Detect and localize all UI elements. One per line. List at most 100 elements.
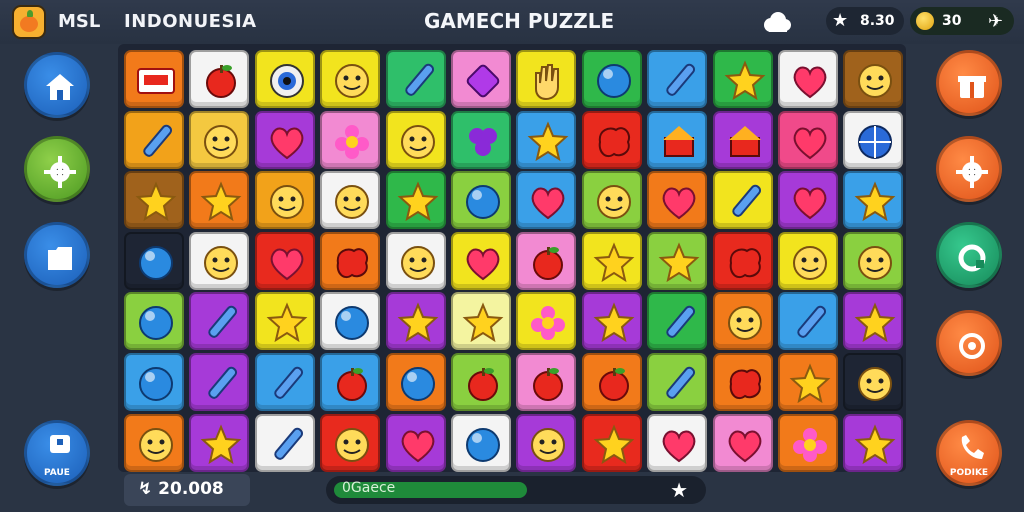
puzzle-tile[interactable] [189, 231, 250, 290]
puzzle-tile[interactable] [581, 413, 642, 472]
puzzle-tile[interactable] [712, 413, 773, 472]
puzzle-tile[interactable] [778, 292, 838, 351]
puzzle-tile[interactable] [254, 110, 315, 169]
puzzle-tile[interactable] [778, 231, 838, 290]
puzzle-tile[interactable] [385, 413, 446, 472]
puzzle-tile[interactable] [320, 353, 381, 411]
puzzle-tile[interactable] [189, 110, 250, 169]
puzzle-tile[interactable] [124, 110, 184, 169]
puzzle-tile[interactable] [516, 353, 577, 411]
puzzle-tile[interactable] [385, 292, 446, 351]
puzzle-tile[interactable] [124, 353, 184, 411]
puzzle-tile[interactable] [647, 231, 708, 290]
puzzle-tile[interactable] [320, 171, 381, 230]
puzzle-tile[interactable] [712, 110, 773, 169]
puzzle-tile[interactable] [451, 50, 511, 108]
puzzle-tile[interactable] [385, 50, 446, 108]
puzzle-tile[interactable] [581, 353, 642, 411]
home-button[interactable] [24, 52, 90, 118]
puzzle-tile[interactable] [647, 413, 708, 472]
puzzle-tile[interactable] [778, 110, 838, 169]
puzzle-tile[interactable] [647, 292, 708, 351]
puzzle-tile[interactable] [189, 171, 250, 230]
gift-button[interactable] [936, 50, 1002, 116]
puzzle-tile[interactable] [712, 353, 773, 411]
puzzle-tile[interactable] [385, 353, 446, 411]
pause-button[interactable]: PAUE [24, 420, 90, 486]
puzzle-tile[interactable] [124, 171, 184, 230]
puzzle-tile[interactable] [451, 353, 511, 411]
puzzle-tile[interactable] [843, 50, 904, 108]
puzzle-tile[interactable] [843, 231, 904, 290]
puzzle-tile[interactable] [451, 171, 511, 230]
puzzle-tile[interactable] [451, 292, 511, 351]
cloud-icon[interactable] [762, 10, 792, 34]
puzzle-tile[interactable] [124, 292, 184, 351]
puzzle-tile[interactable] [189, 413, 250, 472]
restart-button[interactable] [936, 310, 1002, 376]
puzzle-tile[interactable] [254, 413, 315, 472]
puzzle-tile[interactable] [516, 231, 577, 290]
puzzle-tile[interactable] [385, 231, 446, 290]
puzzle-tile[interactable] [189, 292, 250, 351]
puzzle-tile[interactable] [712, 231, 773, 290]
puzzle-tile[interactable] [843, 353, 904, 411]
puzzle-tile[interactable] [843, 110, 904, 169]
puzzle-tile[interactable] [516, 413, 577, 472]
phone-button[interactable]: PODIKE [936, 420, 1002, 486]
puzzle-tile[interactable] [843, 171, 904, 230]
face-icon [204, 245, 239, 280]
puzzle-tile[interactable] [778, 50, 838, 108]
puzzle-tile[interactable] [647, 171, 708, 230]
puzzle-tile[interactable] [712, 50, 773, 108]
puzzle-tile[interactable] [516, 50, 577, 108]
gear-button[interactable] [936, 136, 1002, 202]
puzzle-tile[interactable] [385, 171, 446, 230]
puzzle-tile[interactable] [712, 171, 773, 230]
folder-button[interactable] [24, 222, 90, 288]
puzzle-tile[interactable] [516, 110, 577, 169]
refresh-button[interactable] [936, 222, 1002, 288]
face-icon [727, 306, 762, 341]
puzzle-tile[interactable] [516, 292, 577, 351]
coins-pill[interactable]: 30 ✈ [910, 7, 1014, 35]
puzzle-tile[interactable] [843, 413, 904, 472]
puzzle-tile[interactable] [778, 353, 838, 411]
puzzle-tile[interactable] [451, 231, 511, 290]
puzzle-tile[interactable] [320, 110, 381, 169]
puzzle-tile[interactable] [843, 292, 904, 351]
puzzle-tile[interactable] [712, 292, 773, 351]
puzzle-tile[interactable] [451, 413, 511, 472]
puzzle-tile[interactable] [581, 231, 642, 290]
puzzle-tile[interactable] [189, 353, 250, 411]
puzzle-tile[interactable] [320, 50, 381, 108]
puzzle-tile[interactable] [320, 231, 381, 290]
puzzle-tile[interactable] [254, 353, 315, 411]
puzzle-tile[interactable] [647, 110, 708, 169]
plane-icon[interactable]: ✈ [988, 11, 1003, 32]
puzzle-tile[interactable] [778, 171, 838, 230]
puzzle-tile[interactable] [647, 353, 708, 411]
puzzle-tile[interactable] [254, 292, 315, 351]
puzzle-tile[interactable] [647, 50, 708, 108]
gear-button[interactable] [24, 136, 90, 202]
puzzle-tile[interactable] [189, 50, 250, 108]
puzzle-tile[interactable] [320, 292, 381, 351]
puzzle-tile[interactable] [451, 110, 511, 169]
puzzle-tile[interactable] [320, 413, 381, 472]
blob-icon [729, 248, 761, 278]
puzzle-tile[interactable] [124, 50, 184, 108]
puzzle-tile[interactable] [254, 231, 315, 290]
puzzle-tile[interactable] [124, 231, 184, 290]
puzzle-tile[interactable] [581, 110, 642, 169]
puzzle-tile[interactable] [254, 50, 315, 108]
puzzle-tile[interactable] [254, 171, 315, 230]
puzzle-tile[interactable] [581, 171, 642, 230]
puzzle-tile[interactable] [385, 110, 446, 169]
puzzle-tile[interactable] [581, 50, 642, 108]
puzzle-tile[interactable] [778, 413, 838, 472]
star-icon[interactable]: ★ [670, 478, 688, 502]
puzzle-tile[interactable] [516, 171, 577, 230]
puzzle-tile[interactable] [124, 413, 184, 472]
puzzle-tile[interactable] [581, 292, 642, 351]
